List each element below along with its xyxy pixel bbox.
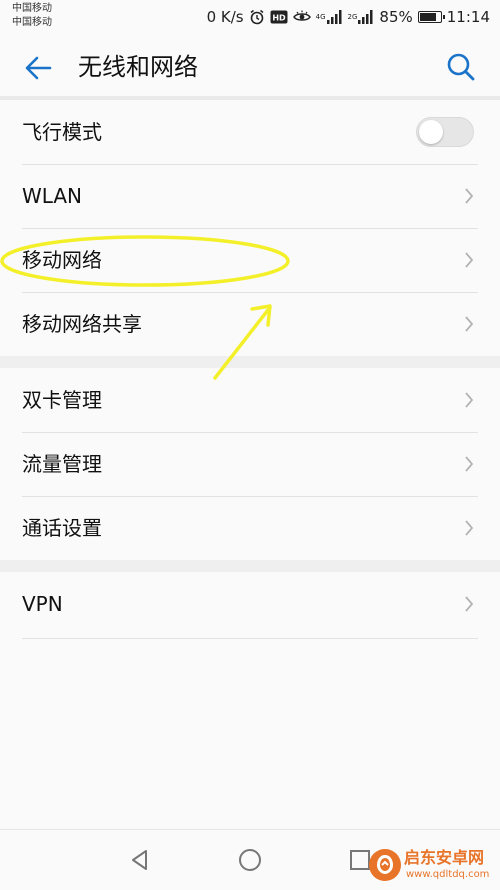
list-item-airplane-mode[interactable]: 飞行模式: [0, 100, 500, 164]
eye-comfort-icon: [292, 10, 311, 24]
alarm-icon: [249, 9, 265, 25]
site-watermark: 启东安卓网 www.qdltdq.com: [368, 846, 498, 886]
list-item-label: WLAN: [22, 184, 83, 208]
list-item-label: VPN: [22, 592, 63, 616]
carrier-1: 中国移动: [12, 3, 52, 14]
battery-percent: 85%: [379, 8, 413, 26]
chevron-right-icon: [465, 252, 474, 268]
svg-text:HD: HD: [272, 14, 286, 23]
watermark-url: www.qdltdq.com: [406, 869, 490, 880]
clock: 11:14: [446, 8, 490, 26]
list-item-label: 流量管理: [22, 452, 102, 476]
list-item-label: 飞行模式: [22, 120, 102, 144]
list-item-vpn[interactable]: VPN: [0, 572, 500, 636]
chevron-right-icon: [465, 520, 474, 536]
settings-group-vpn: VPN: [0, 572, 500, 636]
group-separator: [0, 356, 500, 368]
sim2-signal-icon: 2G: [348, 10, 375, 24]
net-speed: 0 K/s: [206, 8, 244, 26]
watermark-name: 启东安卓网: [404, 848, 485, 867]
battery-icon: [417, 11, 445, 23]
chevron-right-icon: [465, 392, 474, 408]
carrier-names: 中国移动 中国移动: [12, 2, 52, 30]
group-separator: [0, 560, 500, 572]
chevron-right-icon: [465, 596, 474, 612]
battery-fill: [419, 13, 437, 21]
app-bar: 无线和网络: [0, 34, 500, 98]
status-bar: 中国移动 中国移动 0 K/s HD 4G 2G 85% 11:14: [0, 0, 500, 34]
list-item-label: 移动网络共享: [22, 312, 142, 336]
search-button[interactable]: [444, 50, 478, 84]
toggle-knob: [419, 120, 443, 144]
status-indicators: 0 K/s HD 4G 2G 85% 11:14: [207, 6, 490, 28]
sim1-signal-icon: 4G: [316, 10, 343, 24]
back-button[interactable]: [20, 50, 56, 86]
back-arrow-icon: [25, 56, 52, 80]
nav-back-icon: [132, 850, 147, 870]
sim1-network-label: 4G: [315, 13, 326, 21]
list-item-label: 双卡管理: [22, 388, 102, 412]
airplane-mode-toggle[interactable]: [416, 117, 474, 147]
list-item-label: 移动网络: [22, 248, 102, 272]
watermark-logo-icon: [369, 849, 401, 881]
nav-back-button[interactable]: [124, 844, 156, 876]
settings-group-connectivity: 飞行模式 WLAN 移动网络 移动网络共享: [0, 100, 500, 356]
sim2-network-label: 2G: [347, 13, 358, 21]
list-item-dual-sim[interactable]: 双卡管理: [0, 368, 500, 432]
list-item-label: 通话设置: [22, 516, 102, 540]
search-icon: [447, 53, 475, 81]
nav-home-icon: [239, 849, 261, 871]
hd-icon: HD: [270, 10, 288, 24]
chevron-right-icon: [465, 316, 474, 332]
nav-home-button[interactable]: [234, 844, 266, 876]
page-title: 无线和网络: [78, 53, 198, 81]
list-item-data-usage[interactable]: 流量管理: [0, 432, 500, 496]
chevron-right-icon: [465, 188, 474, 204]
list-end-divider: [22, 638, 478, 639]
list-item-mobile-network[interactable]: 移动网络: [0, 228, 500, 292]
settings-group-sim: 双卡管理 流量管理 通话设置: [0, 368, 500, 560]
list-item-call-settings[interactable]: 通话设置: [0, 496, 500, 560]
chevron-right-icon: [465, 456, 474, 472]
carrier-2: 中国移动: [12, 17, 52, 28]
list-item-wlan[interactable]: WLAN: [0, 164, 500, 228]
list-item-tethering[interactable]: 移动网络共享: [0, 292, 500, 356]
